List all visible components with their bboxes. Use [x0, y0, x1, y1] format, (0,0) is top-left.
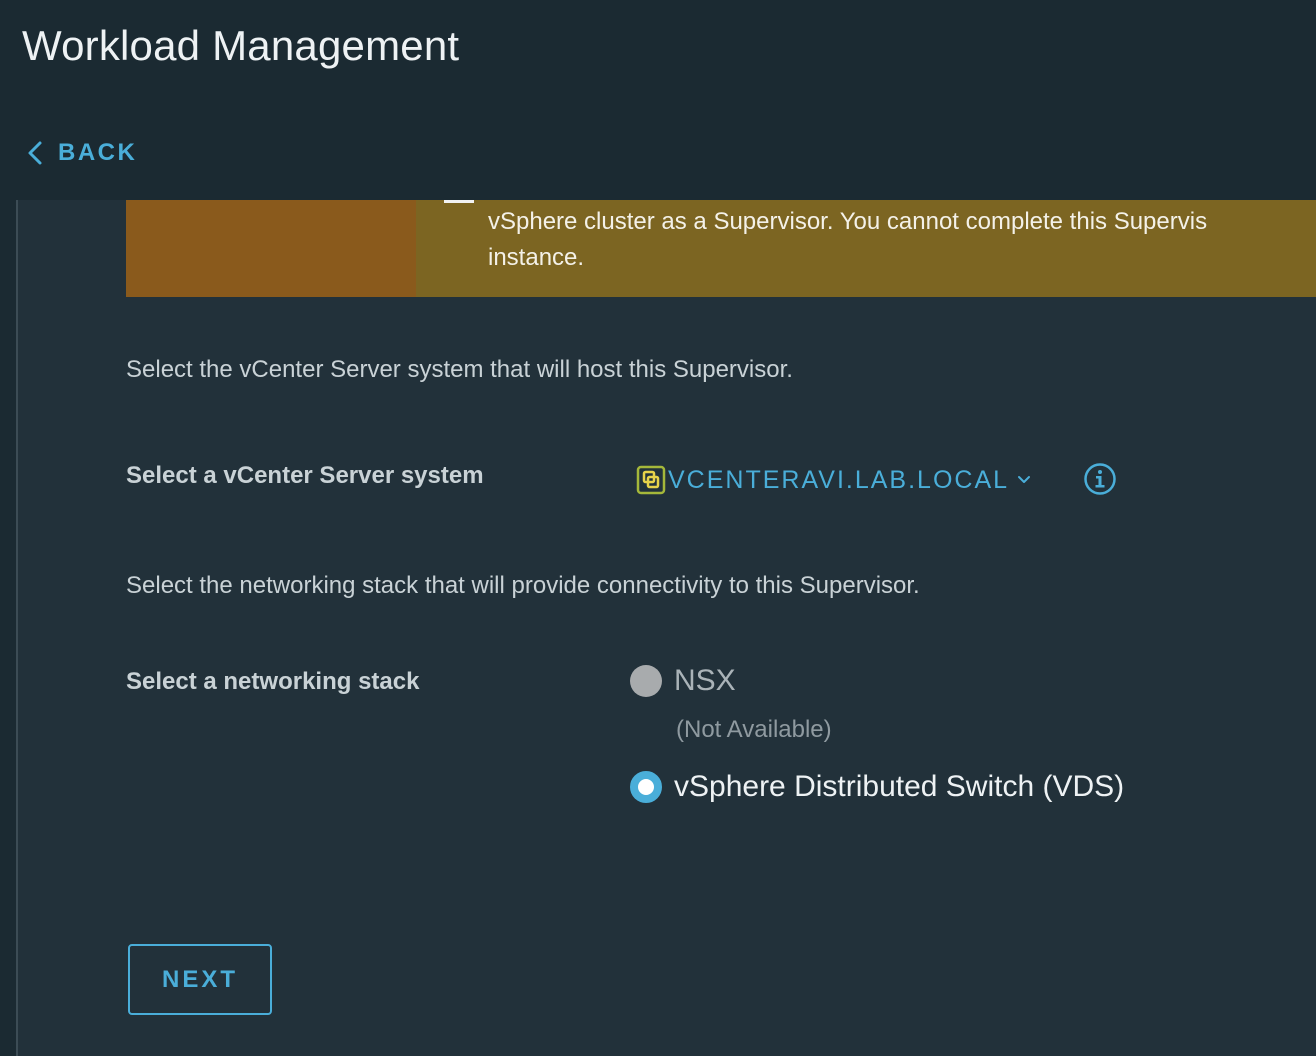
chevron-left-icon [24, 138, 46, 168]
radio-option-nsx[interactable]: NSX [630, 664, 736, 698]
warning-banner-text: vSphere cluster as a Supervisor. You can… [488, 204, 1316, 276]
radio-label-nsx: NSX [674, 664, 736, 697]
warning-banner-line: instance. [488, 244, 585, 271]
next-button[interactable]: NEXT [128, 944, 272, 1015]
vcenter-select-value: VCENTERAVI.LAB.LOCAL [668, 465, 1010, 494]
back-label: BACK [58, 139, 138, 166]
back-link[interactable]: BACK [24, 136, 137, 170]
warning-banner-icon-area [126, 200, 416, 297]
info-circle-icon[interactable] [1083, 462, 1117, 496]
radio-button-nsx[interactable] [630, 665, 662, 697]
vcenter-icon [636, 464, 666, 496]
supervisor-setup-panel: vSphere cluster as a Supervisor. You can… [16, 200, 1316, 1056]
warning-banner-line: vSphere cluster as a Supervisor. You can… [488, 208, 1208, 235]
close-icon[interactable] [444, 200, 474, 203]
vcenter-select[interactable]: VCENTERAVI.LAB.LOCAL [636, 462, 1031, 498]
radio-label-vds: vSphere Distributed Switch (VDS) [674, 770, 1125, 803]
page-title: Workload Management [22, 22, 460, 69]
vcenter-description: Select the vCenter Server system that wi… [126, 356, 793, 383]
radio-option-vds[interactable]: vSphere Distributed Switch (VDS) [630, 770, 1124, 804]
network-description: Select the networking stack that will pr… [126, 572, 920, 599]
network-field-label: Select a networking stack [126, 668, 420, 695]
warning-banner: vSphere cluster as a Supervisor. You can… [126, 200, 1316, 297]
nsx-availability-note: (Not Available) [676, 716, 832, 743]
workload-management-page: Workload Management BACK vSphere cluster… [0, 0, 1316, 1056]
vcenter-field-label: Select a vCenter Server system [126, 462, 484, 489]
radio-button-vds[interactable] [630, 771, 662, 803]
chevron-down-icon [1017, 475, 1031, 485]
